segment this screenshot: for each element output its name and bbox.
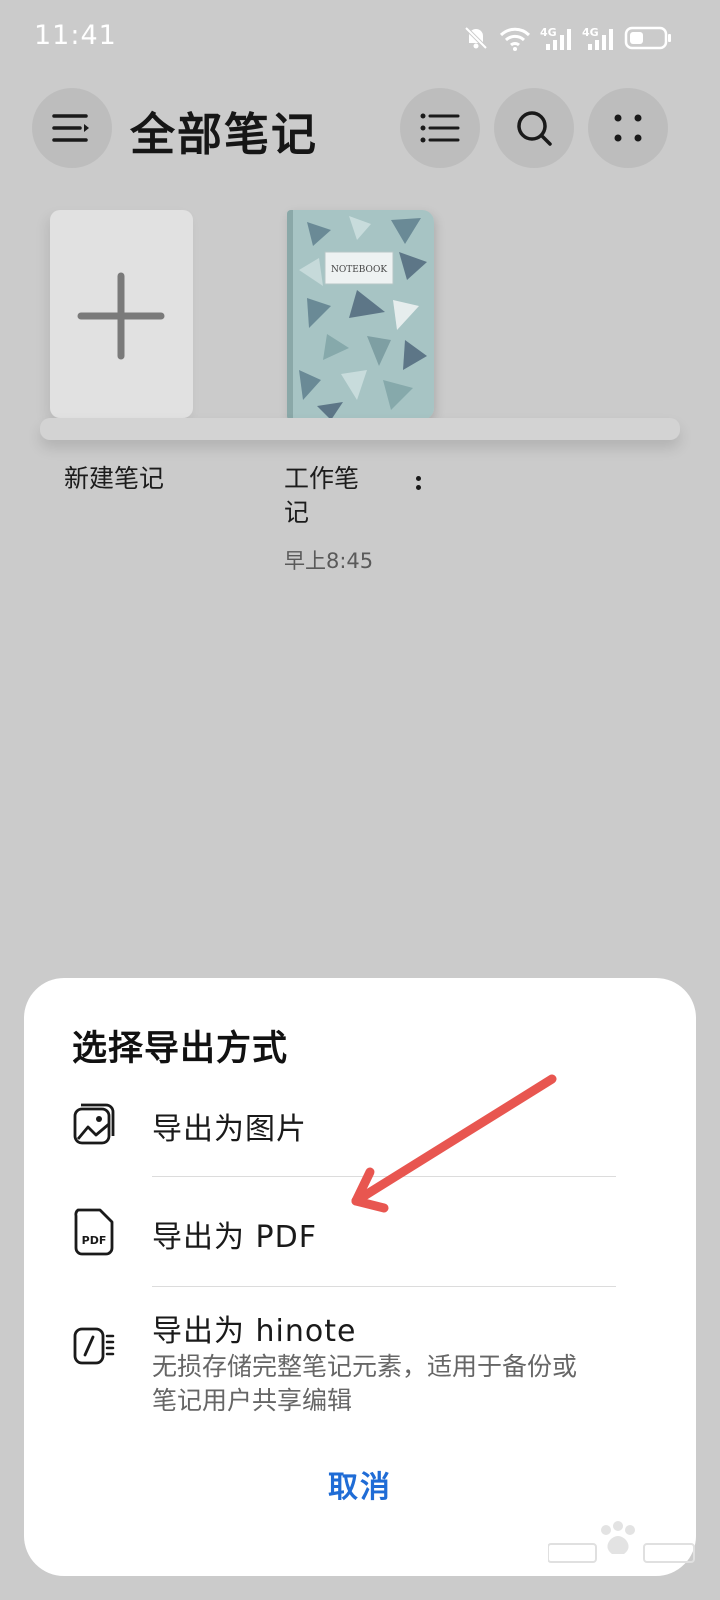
signal-4g-icon-2: 4G	[582, 26, 613, 50]
list-icon	[420, 113, 460, 143]
menu-icon	[52, 114, 89, 142]
new-note-card[interactable]	[50, 210, 193, 418]
pdf-file-icon: PDF	[74, 1208, 114, 1256]
image-icon	[73, 1103, 115, 1145]
signal-4g-icon: 4G	[540, 26, 571, 50]
export-hinote-desc-line1: 无损存储完整笔记元素，适用于备份或	[152, 1352, 578, 1381]
four-dots-icon	[614, 114, 642, 142]
status-bar: 11:41 4G 4G	[0, 0, 720, 76]
export-pdf-label: 导出为 PDF	[152, 1220, 317, 1255]
status-icons: 4G 4G	[462, 22, 672, 54]
notebook-more-button[interactable]	[406, 472, 430, 500]
notebook-timestamp: 早上8:45	[284, 549, 374, 573]
app-header: 全部笔记	[0, 88, 720, 172]
battery-icon	[624, 26, 671, 50]
plus-icon	[77, 272, 165, 360]
more-dot-icon	[415, 476, 421, 481]
notebook-cover-title: NOTEBOOK	[331, 265, 387, 275]
divider	[152, 1176, 616, 1177]
search-icon	[517, 111, 552, 146]
export-hinote-option[interactable]: 导出为 hinote 无损存储完整笔记元素，适用于备份或 笔记用户共享编辑	[24, 1288, 696, 1428]
notebook-label-line1[interactable]: 工作笔	[284, 462, 359, 496]
cancel-button[interactable]: 取消	[260, 1462, 460, 1512]
export-image-label: 导出为图片	[152, 1112, 307, 1147]
export-bottom-sheet: 选择导出方式 导出为图片 PDF 导出为 PDF 导出为 hinote 无损存储…	[24, 978, 696, 1576]
new-note-label[interactable]: 新建笔记	[64, 462, 164, 496]
notebook-label-line2[interactable]: 记	[284, 496, 309, 530]
pdf-icon-text: PDF	[82, 1234, 107, 1247]
more-dot-icon	[415, 485, 421, 490]
export-hinote-label: 导出为 hinote	[152, 1314, 357, 1349]
export-image-option[interactable]: 导出为图片	[24, 1082, 696, 1176]
notebook-cover-work[interactable]: NOTEBOOK	[287, 210, 434, 420]
status-time: 11:41	[34, 20, 117, 51]
shelf-board	[40, 418, 680, 440]
notebook-shelf: NOTEBOOK	[0, 200, 720, 460]
notebook-cover-pattern: NOTEBOOK	[287, 210, 434, 420]
search-button[interactable]	[494, 88, 574, 168]
network-label-1: 4G	[540, 26, 557, 39]
hinote-icon	[73, 1327, 115, 1365]
mute-bell-icon	[464, 26, 488, 50]
wifi-icon	[499, 27, 531, 51]
list-view-button[interactable]	[400, 88, 480, 168]
more-options-button[interactable]	[588, 88, 668, 168]
export-pdf-option[interactable]: PDF 导出为 PDF	[24, 1178, 696, 1286]
page-title: 全部笔记	[130, 108, 319, 161]
network-label-2: 4G	[582, 26, 599, 39]
sheet-title: 选择导出方式	[72, 1029, 289, 1069]
menu-button[interactable]	[32, 88, 112, 168]
watermark-logo	[548, 1521, 695, 1563]
divider	[152, 1286, 616, 1287]
export-hinote-desc-line2: 笔记用户共享编辑	[152, 1386, 353, 1415]
